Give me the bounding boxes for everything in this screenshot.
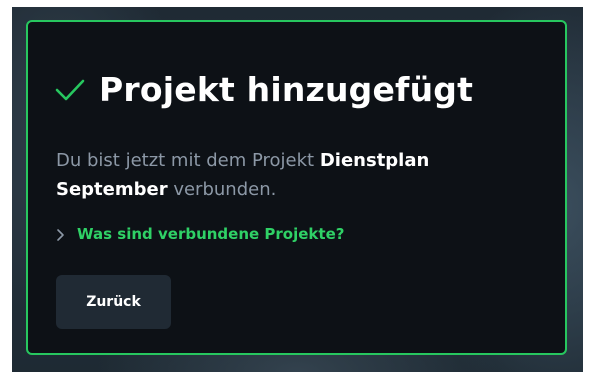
dialog-message: Du bist jetzt mit dem Projekt Dienstplan… [56, 146, 526, 204]
message-suffix: verbunden. [167, 179, 277, 200]
check-icon [55, 78, 85, 102]
disclosure-label: Was sind verbundene Projekte? [77, 225, 345, 243]
screen: Projekt hinzugefügt Du bist jetzt mit de… [0, 0, 595, 383]
dialog-header: Projekt hinzugefügt [55, 70, 473, 110]
chevron-right-icon [56, 227, 66, 241]
back-button[interactable]: Zurück [56, 275, 171, 329]
message-prefix: Du bist jetzt mit dem Projekt [56, 150, 320, 171]
confirmation-dialog: Projekt hinzugefügt Du bist jetzt mit de… [26, 20, 567, 355]
dialog-title: Projekt hinzugefügt [99, 70, 474, 109]
connected-projects-disclosure[interactable]: Was sind verbundene Projekte? [56, 223, 344, 245]
